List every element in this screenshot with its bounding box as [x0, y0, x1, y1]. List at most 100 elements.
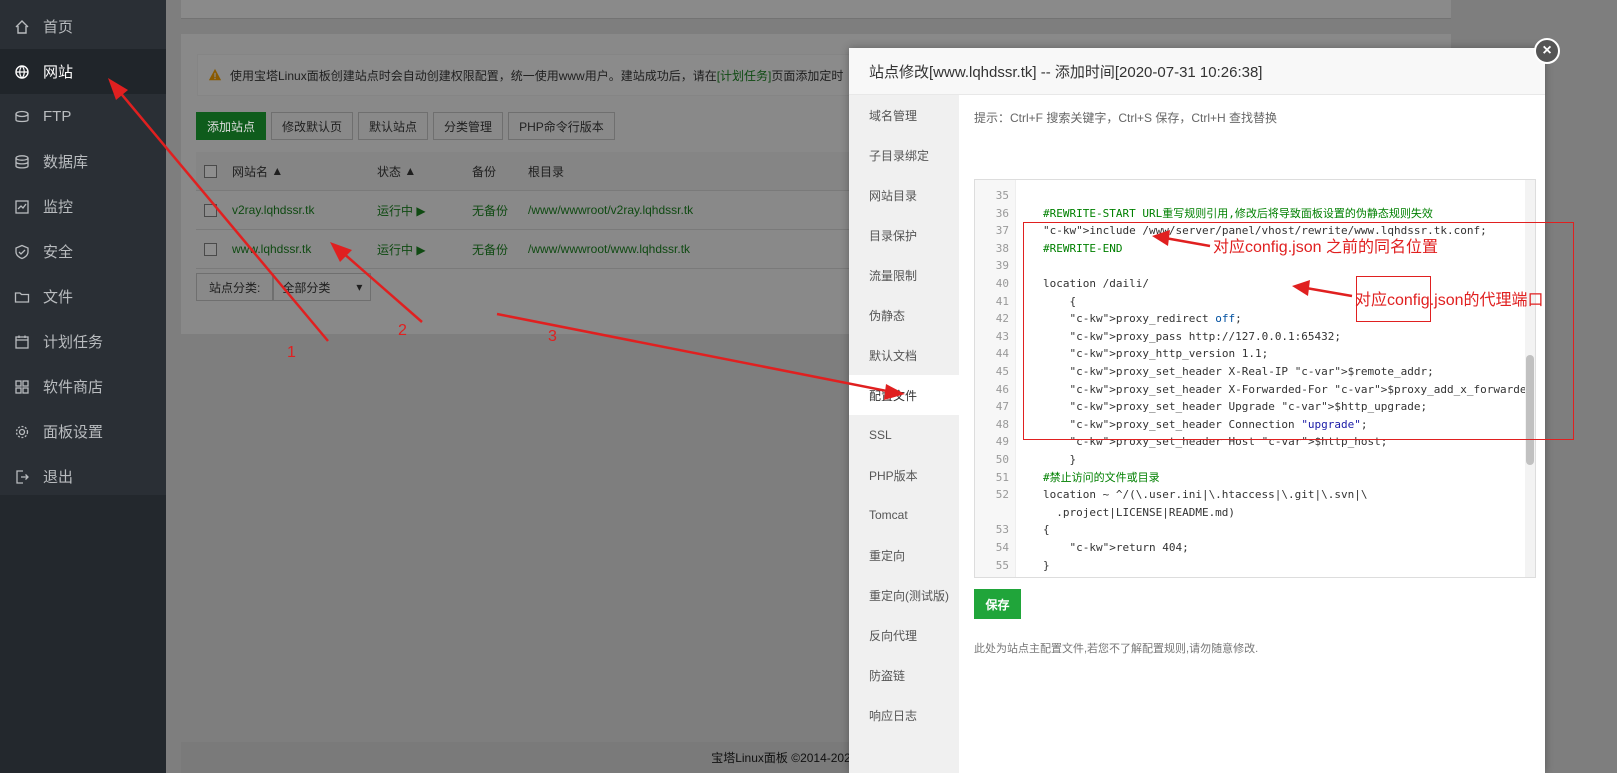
- annotation-number-2: 2: [398, 322, 407, 339]
- code-text: {: [1043, 523, 1050, 537]
- add-site-button[interactable]: 添加站点: [196, 112, 267, 140]
- table-row: v2ray.lqhdssr.tk 运行中 ▶ 无备份 /www/wwwroot/…: [196, 191, 856, 230]
- line-number: 38: [995, 241, 1009, 255]
- calendar-icon: [14, 334, 30, 350]
- sidebar-item-3[interactable]: 数据库: [0, 139, 166, 184]
- tab-1[interactable]: 子目录绑定: [849, 135, 959, 175]
- line-number: 37: [995, 224, 1009, 238]
- tab-7[interactable]: 配置文件: [849, 375, 959, 415]
- notice-link[interactable]: [计划任务]: [717, 67, 772, 84]
- code-line: 50 }: [975, 451, 1535, 469]
- line-number: 46: [995, 382, 1009, 396]
- sidebar-item-label: FTP: [43, 108, 72, 125]
- sidebar-item-8[interactable]: 软件商店: [0, 364, 166, 409]
- tab-2[interactable]: 网站目录: [849, 175, 959, 215]
- shield-icon: [14, 244, 30, 260]
- sidebar-item-10[interactable]: 退出: [0, 454, 166, 499]
- tab-8[interactable]: SSL: [849, 415, 959, 455]
- line-number: 35: [995, 189, 1009, 202]
- line-number: 50: [995, 453, 1009, 466]
- code-text: }: [1043, 558, 1050, 572]
- sidebar-item-0[interactable]: 首页: [0, 4, 166, 49]
- default-site-button[interactable]: 默认站点: [358, 112, 429, 140]
- tab-14[interactable]: 防盗链: [849, 655, 959, 695]
- warning-icon: [208, 68, 222, 81]
- line-number: 42: [995, 312, 1009, 326]
- line-number: 36: [995, 206, 1009, 220]
- tab-11[interactable]: 重定向: [849, 535, 959, 575]
- sidebar-item-9[interactable]: 面板设置: [0, 409, 166, 454]
- globe-icon: [14, 64, 30, 80]
- annotation-label-port: 对应config.json的代理端口: [1355, 292, 1544, 309]
- code-line: 36 #REWRITE-START URL重写规则引用,修改后将导致面板设置的伪静…: [975, 205, 1535, 223]
- edit-default-page-button[interactable]: 修改默认页: [271, 112, 354, 140]
- sidebar-item-6[interactable]: 文件: [0, 274, 166, 319]
- category-select[interactable]: 全部分类 ▾: [273, 273, 372, 301]
- line-number: 54: [995, 541, 1009, 554]
- modal-tabs: 域名管理 子目录绑定 网站目录 目录保护 流量限制 伪静态 默认文档 配置文件 SSL PHP版本…: [849, 95, 959, 773]
- config-note: 此处为站点主配置文件,若您不了解配置规则,请勿随意修改.: [974, 643, 1259, 655]
- line-number: 49: [995, 435, 1009, 449]
- code-line: 54 "c-kw">return 404;: [975, 539, 1535, 557]
- code-line: 52 location ~ ^/(\.user.ini|\.htaccess|\.…: [975, 486, 1535, 504]
- tab-9[interactable]: PHP版本: [849, 455, 959, 495]
- line-number: 52: [995, 488, 1009, 502]
- line-number: 44: [995, 347, 1009, 361]
- select-all-checkbox[interactable]: [204, 164, 217, 178]
- code-line: 35: [975, 187, 1535, 205]
- php-cli-version-button[interactable]: PHP命令行版本: [508, 112, 615, 140]
- close-icon[interactable]: ×: [1534, 38, 1560, 64]
- code-line: 55}: [975, 557, 1535, 575]
- database-icon: [14, 154, 30, 170]
- row-checkbox[interactable]: [204, 242, 217, 256]
- tab-13[interactable]: 反向代理: [849, 615, 959, 655]
- tab-4[interactable]: 流量限制: [849, 255, 959, 295]
- code-line: .project|LICENSE|README.md): [975, 504, 1535, 522]
- sidebar-item-label: 软件商店: [43, 379, 104, 396]
- tab-10[interactable]: Tomcat: [849, 495, 959, 535]
- tab-6[interactable]: 默认文档: [849, 335, 959, 375]
- code-text: }: [1043, 453, 1077, 466]
- save-button[interactable]: 保存: [974, 589, 1021, 619]
- sidebar-item-5[interactable]: 安全: [0, 229, 166, 274]
- status-badge[interactable]: 运行中 ▶: [377, 191, 426, 229]
- root-dir-link[interactable]: /www/wwwroot/www.lqhdssr.tk: [528, 230, 690, 268]
- grid-icon: [14, 379, 30, 395]
- site-name-link[interactable]: www.lqhdssr.tk: [232, 230, 311, 268]
- line-number: 41: [995, 294, 1009, 308]
- sidebar-item-7[interactable]: 计划任务: [0, 319, 166, 364]
- line-number: 48: [995, 417, 1009, 431]
- backup-status[interactable]: 无备份: [472, 191, 508, 229]
- sidebar-item-label: 安全: [43, 244, 74, 261]
- sidebar-item-label: 面板设置: [43, 424, 104, 441]
- sidebar-item-2[interactable]: FTP: [0, 94, 166, 139]
- code-text: #REWRITE-START URL重写规则引用,修改后将导致面板设置的伪静态规…: [1043, 206, 1433, 220]
- line-number: 55: [995, 558, 1009, 572]
- col-status[interactable]: 状态 ▲: [377, 152, 416, 190]
- col-site-name[interactable]: 网站名 ▲: [232, 152, 283, 190]
- annotation-number-1: 1: [287, 344, 296, 361]
- toolbar: 添加站点 修改默认页 默认站点 分类管理 PHP命令行版本: [196, 112, 615, 140]
- category-manage-button[interactable]: 分类管理: [433, 112, 504, 140]
- table-header: 网站名 ▲ 状态 ▲ 备份 根目录: [196, 152, 856, 191]
- row-checkbox[interactable]: [204, 203, 217, 217]
- tab-5[interactable]: 伪静态: [849, 295, 959, 335]
- ftp-icon: [14, 109, 30, 125]
- site-name-link[interactable]: v2ray.lqhdssr.tk: [232, 191, 314, 229]
- tab-0[interactable]: 域名管理: [849, 95, 959, 135]
- sidebar-item-label: 文件: [43, 289, 74, 306]
- root-dir-link[interactable]: /www/wwwroot/v2ray.lqhdssr.tk: [528, 191, 693, 229]
- notice-text: 使用宝塔Linux面板创建站点时会自动创建权限配置，统一使用www用户。建站成功…: [230, 68, 717, 83]
- sidebar-item-label: 数据库: [43, 154, 89, 171]
- sidebar-item-4[interactable]: 监控: [0, 184, 166, 229]
- tab-3[interactable]: 目录保护: [849, 215, 959, 255]
- code-text: .project|LICENSE|README.md): [1043, 505, 1236, 519]
- line-number: 40: [995, 277, 1009, 290]
- tab-12[interactable]: 重定向(测试版): [849, 575, 959, 615]
- col-backup: 备份: [472, 164, 497, 179]
- sidebar-item-1[interactable]: 网站: [0, 49, 166, 94]
- tab-15[interactable]: 响应日志: [849, 695, 959, 735]
- status-badge[interactable]: 运行中 ▶: [377, 230, 426, 268]
- backup-status[interactable]: 无备份: [472, 230, 508, 268]
- sidebar-item-label: 退出: [43, 469, 74, 486]
